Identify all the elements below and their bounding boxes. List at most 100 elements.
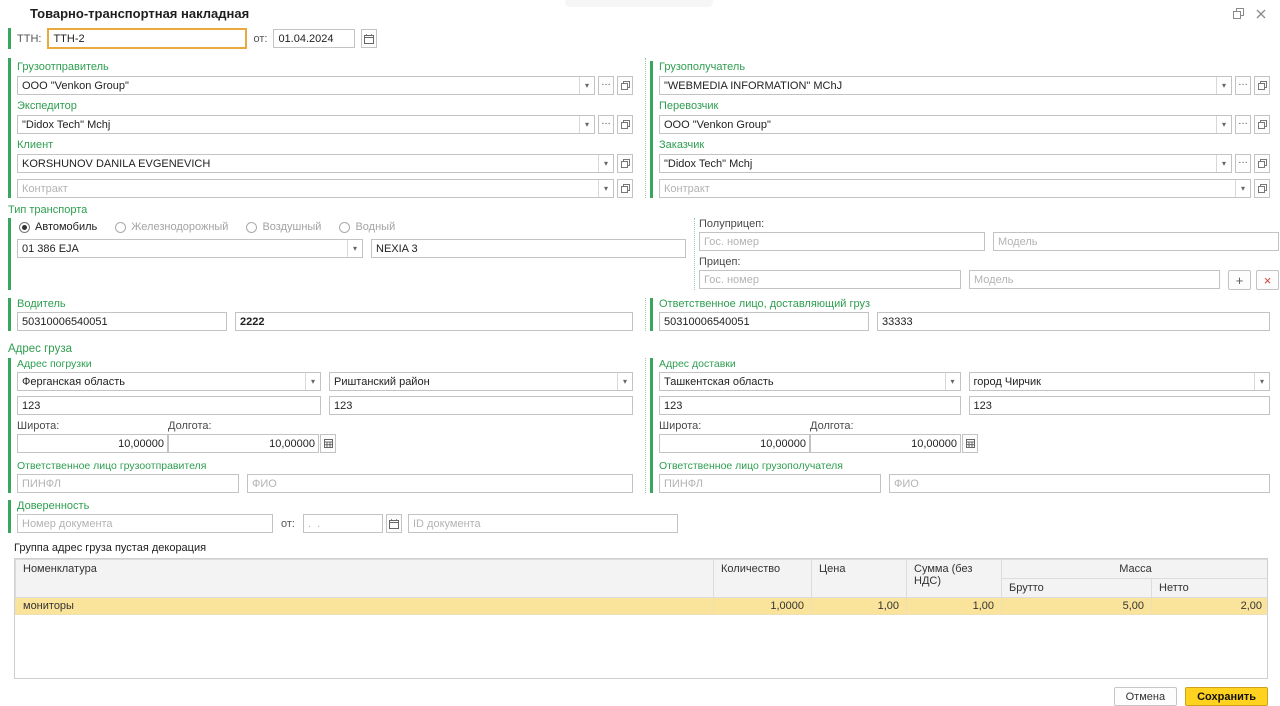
delivery-pinfl-input[interactable] (660, 475, 880, 492)
delivery-lat-input[interactable] (660, 435, 809, 452)
responsible-pinfl-input[interactable] (660, 313, 868, 330)
client-open-button[interactable] (617, 154, 633, 173)
delivery-address2-input[interactable] (969, 397, 1269, 414)
consignee-input[interactable] (660, 77, 1216, 94)
save-button[interactable]: Сохранить (1185, 687, 1268, 706)
responsible-name-input[interactable] (878, 313, 1269, 330)
loading-region-input[interactable] (18, 373, 305, 390)
consignee-open-button[interactable] (1254, 76, 1270, 95)
chevron-down-icon[interactable]: ▾ (1216, 116, 1231, 133)
vehicle-model-input[interactable] (372, 240, 685, 257)
chevron-down-icon[interactable]: ▾ (944, 373, 960, 390)
chevron-down-icon[interactable]: ▾ (598, 155, 613, 172)
loading-lon-input[interactable] (169, 435, 318, 452)
driver-label: Водитель (17, 298, 66, 310)
loading-district-input[interactable] (330, 373, 617, 390)
loading-lat-input[interactable] (18, 435, 167, 452)
proxy-date-calendar-button[interactable] (385, 514, 402, 533)
radio-label: Воздушный (262, 221, 322, 233)
remove-trailer-button[interactable]: × (1256, 270, 1279, 290)
driver-name-input[interactable] (236, 313, 632, 330)
column-header-nomenclature[interactable]: Номенклатура (15, 559, 714, 598)
chevron-down-icon[interactable]: ▾ (1235, 180, 1250, 197)
radio-air[interactable]: Воздушный (246, 221, 321, 233)
proxy-id-input[interactable] (408, 515, 677, 532)
proxy-date-input[interactable] (303, 515, 382, 532)
trailer-gov-number-input[interactable] (700, 271, 960, 288)
cell-gross[interactable]: 5,00 (1001, 597, 1152, 615)
column-header-price[interactable]: Цена (811, 559, 907, 598)
customer-contract-open-button[interactable] (1254, 179, 1270, 198)
cell-sum[interactable]: 1,00 (906, 597, 1002, 615)
semitrailer-model-input[interactable] (994, 233, 1278, 250)
cell-nomenclature[interactable]: мониторы (15, 597, 714, 615)
radio-railway[interactable]: Железнодорожный (115, 221, 228, 233)
column-header-quantity[interactable]: Количество (713, 559, 812, 598)
customer-contract-input[interactable] (660, 180, 1235, 197)
column-header-mass[interactable]: Масса (1001, 559, 1267, 579)
shipper-input[interactable] (18, 77, 579, 94)
column-header-net[interactable]: Нетто (1151, 578, 1267, 598)
client-input[interactable] (18, 155, 598, 172)
loading-address1-input[interactable] (18, 397, 320, 414)
chevron-down-icon[interactable]: ▾ (617, 373, 632, 390)
proxy-number-input[interactable] (18, 515, 272, 532)
column-header-gross[interactable]: Брутто (1001, 578, 1152, 598)
delivery-district-input[interactable] (969, 373, 1254, 390)
delivery-region-field: ▾ (659, 372, 961, 391)
column-header-sum[interactable]: Сумма (без НДС) (906, 559, 1002, 598)
carrier-showall-button[interactable]: … (1235, 115, 1251, 134)
forwarder-open-button[interactable] (617, 115, 633, 134)
chevron-down-icon[interactable]: ▾ (347, 240, 362, 257)
ttn-number-input[interactable] (49, 30, 246, 47)
table-row[interactable]: мониторы 1,0000 1,00 1,00 5,00 2,00 (15, 597, 1267, 615)
loading-lon-calc-button[interactable] (320, 434, 336, 453)
customer-open-button[interactable] (1254, 154, 1270, 173)
delivery-fio-input[interactable] (890, 475, 1269, 492)
ttn-header-group: ТТН: от: (8, 28, 1270, 49)
radio-water[interactable]: Водный (339, 221, 395, 233)
loading-lon-field (168, 434, 319, 453)
shipper-open-button[interactable] (617, 76, 633, 95)
carrier-open-button[interactable] (1254, 115, 1270, 134)
client-contract-input[interactable] (18, 180, 598, 197)
loading-address2-input[interactable] (330, 397, 632, 414)
loading-pinfl-input[interactable] (18, 475, 238, 492)
delivery-region-input[interactable] (660, 373, 945, 390)
chevron-down-icon[interactable]: ▾ (1216, 77, 1231, 94)
consignee-showall-button[interactable]: … (1235, 76, 1251, 95)
chevron-down-icon[interactable]: ▾ (1216, 155, 1231, 172)
add-trailer-button[interactable]: + (1228, 270, 1251, 290)
chevron-down-icon[interactable]: ▾ (1254, 373, 1269, 390)
forwarder-input[interactable] (18, 116, 579, 133)
carrier-input[interactable] (660, 116, 1216, 133)
delivery-lon-input[interactable] (811, 435, 960, 452)
chevron-down-icon[interactable]: ▾ (598, 180, 613, 197)
client-contract-open-button[interactable] (617, 179, 633, 198)
delivery-address1-input[interactable] (660, 397, 960, 414)
semitrailer-gov-number-input[interactable] (700, 233, 984, 250)
loading-fio-input[interactable] (248, 475, 632, 492)
radio-automobile[interactable]: Автомобиль (19, 221, 97, 233)
trailer-model-input[interactable] (970, 271, 1219, 288)
ttn-date-input[interactable] (274, 30, 355, 47)
chevron-down-icon[interactable]: ▾ (579, 77, 594, 94)
shipper-field: ▾ (17, 76, 595, 95)
vehicle-number-input[interactable] (18, 240, 347, 257)
customer-input[interactable] (660, 155, 1216, 172)
driver-pinfl-input[interactable] (18, 313, 226, 330)
cell-price[interactable]: 1,00 (811, 597, 907, 615)
restore-window-icon[interactable] (1233, 8, 1244, 19)
shipper-showall-button[interactable]: … (598, 76, 614, 95)
cell-net[interactable]: 2,00 (1151, 597, 1267, 615)
forwarder-showall-button[interactable]: … (598, 115, 614, 134)
loading-address-group: Адрес погрузки ▾ ▾ (8, 358, 633, 493)
customer-showall-button[interactable]: … (1235, 154, 1251, 173)
chevron-down-icon[interactable]: ▾ (579, 116, 594, 133)
cancel-button[interactable]: Отмена (1113, 687, 1178, 706)
cell-quantity[interactable]: 1,0000 (713, 597, 812, 615)
delivery-lon-calc-button[interactable] (962, 434, 978, 453)
chevron-down-icon[interactable]: ▾ (305, 373, 320, 390)
ttn-date-calendar-button[interactable] (361, 29, 378, 48)
close-window-icon[interactable] (1256, 9, 1266, 19)
